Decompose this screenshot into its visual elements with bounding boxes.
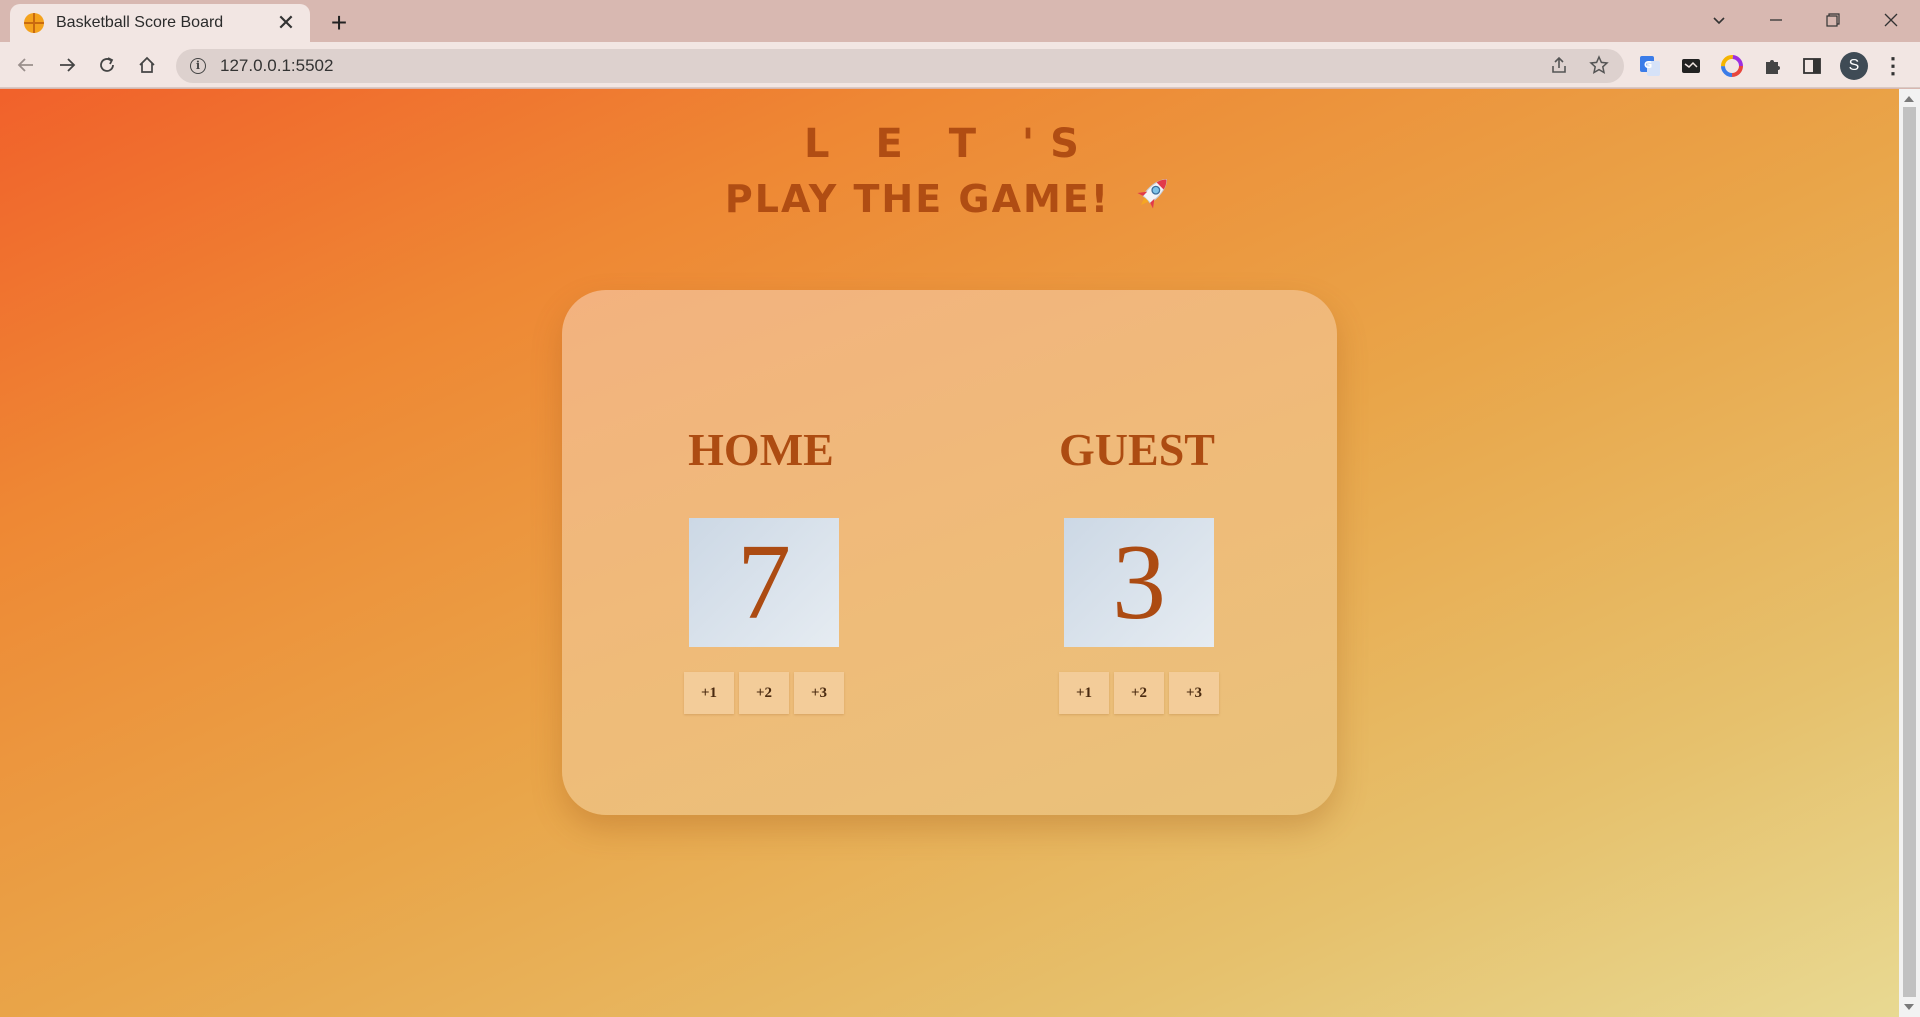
home-add-2-button[interactable]: +2 — [739, 672, 789, 714]
guest-add-2-button[interactable]: +2 — [1114, 672, 1164, 714]
share-icon[interactable] — [1548, 55, 1570, 77]
tab-strip: Basketball Score Board ✕ + — [0, 0, 1920, 42]
browser-menu-icon[interactable]: ⋮ — [1882, 52, 1904, 80]
tab-close-icon[interactable]: ✕ — [274, 11, 298, 35]
bookmark-star-icon[interactable] — [1588, 55, 1610, 77]
heading-line-1: L E T 'S — [804, 121, 1095, 167]
heading-line-2: PLAY THE GAME! — [0, 177, 1899, 223]
new-tab-button[interactable]: + — [322, 6, 356, 40]
close-window-icon[interactable] — [1862, 0, 1920, 40]
basketball-favicon-icon — [24, 13, 44, 33]
scrollbar-thumb[interactable] — [1903, 107, 1916, 997]
color-wheel-extension-icon[interactable] — [1720, 54, 1744, 78]
forward-icon[interactable] — [51, 49, 83, 81]
rocket-icon — [1132, 172, 1174, 223]
scroll-down-arrow-icon[interactable] — [1904, 1004, 1914, 1010]
home-score-display: 7 — [689, 518, 839, 647]
restore-icon[interactable] — [1804, 0, 1862, 40]
home-add-3-button[interactable]: +3 — [794, 672, 844, 714]
home-team-panel: HOME 7 +1 +2 +3 — [677, 420, 857, 714]
guest-add-1-button[interactable]: +1 — [1059, 672, 1109, 714]
guest-score-buttons: +1 +2 +3 — [1059, 672, 1239, 714]
browser-toolbar: i 127.0.0.1:5502 G S ⋮ — [0, 42, 1920, 88]
tab-title: Basketball Score Board — [56, 14, 224, 31]
tab-search-icon[interactable] — [1690, 0, 1748, 40]
guest-team-label: GUEST — [1059, 424, 1215, 475]
svg-text:G: G — [1644, 60, 1652, 71]
profile-avatar[interactable]: S — [1840, 52, 1868, 80]
home-team-label: HOME — [688, 424, 834, 475]
home-icon[interactable] — [131, 49, 163, 81]
address-bar[interactable]: i 127.0.0.1:5502 — [176, 49, 1624, 83]
scroll-up-arrow-icon[interactable] — [1904, 96, 1914, 102]
vertical-scrollbar[interactable] — [1899, 89, 1920, 1017]
guest-score-display: 3 — [1064, 518, 1214, 647]
url-text: 127.0.0.1:5502 — [220, 56, 334, 75]
back-icon[interactable] — [10, 49, 42, 81]
side-panel-icon[interactable] — [1800, 54, 1824, 78]
guest-team-panel: GUEST 3 +1 +2 +3 — [1052, 420, 1232, 714]
translate-extension-icon[interactable]: G — [1638, 54, 1662, 78]
guest-add-3-button[interactable]: +3 — [1169, 672, 1219, 714]
minimize-icon[interactable] — [1747, 0, 1805, 40]
reload-icon[interactable] — [91, 49, 123, 81]
bat-extension-icon[interactable] — [1679, 54, 1703, 78]
home-score-buttons: +1 +2 +3 — [684, 672, 864, 714]
page-viewport: L E T 'S PLAY THE GAME! HOME 7 +1 +2 +3 — [0, 89, 1899, 1017]
site-info-icon[interactable]: i — [190, 58, 206, 74]
heading-text: PLAY THE GAME! — [724, 177, 1111, 221]
puzzle-extensions-icon[interactable] — [1761, 54, 1785, 78]
scoreboard-panel: HOME 7 +1 +2 +3 GUEST 3 +1 +2 +3 — [562, 290, 1337, 815]
active-tab[interactable]: Basketball Score Board ✕ — [10, 4, 310, 42]
home-add-1-button[interactable]: +1 — [684, 672, 734, 714]
